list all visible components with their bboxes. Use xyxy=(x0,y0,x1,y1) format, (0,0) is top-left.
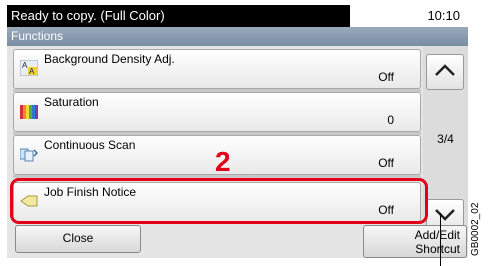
function-row-label: Continuous Scan xyxy=(44,138,136,152)
close-button[interactable]: Close xyxy=(15,225,141,253)
function-row-value: 0 xyxy=(387,113,394,127)
shortcut-label-line-1: Add/Edit xyxy=(414,228,460,242)
status-message: Ready to copy. (Full Color) xyxy=(7,5,350,27)
screen-title: Functions xyxy=(7,27,468,46)
function-row-value: Off xyxy=(378,156,394,170)
svg-text:A: A xyxy=(29,67,35,76)
clock: 10:10 xyxy=(427,8,460,23)
scroll-up-button[interactable] xyxy=(426,54,464,90)
continuous-scan-icon xyxy=(19,146,39,162)
svg-text:A: A xyxy=(22,61,28,70)
close-button-label: Close xyxy=(62,231,94,245)
shortcut-button-label: Add/Edit Shortcut xyxy=(415,228,460,256)
add-edit-shortcut-button[interactable]: Add/Edit Shortcut xyxy=(363,225,467,258)
status-bar: Ready to copy. (Full Color) 10:10 xyxy=(7,5,468,27)
chevron-down-icon xyxy=(434,208,456,227)
scroll-column: 3/4 xyxy=(423,46,468,242)
figure-code: GB0002_02 xyxy=(470,202,481,256)
function-row-label: Background Density Adj. xyxy=(44,52,175,66)
step-number: 2 xyxy=(215,146,231,177)
callout-line xyxy=(440,213,441,266)
background-density-icon: AA xyxy=(19,59,39,77)
function-row-label: Saturation xyxy=(44,95,99,109)
function-row-saturation[interactable]: Saturation 0 xyxy=(13,92,421,132)
saturation-icon xyxy=(20,103,38,119)
chevron-up-icon xyxy=(434,63,456,82)
shortcut-label-line-2: Shortcut xyxy=(415,242,460,256)
highlight-frame xyxy=(10,178,428,224)
function-row-background-density[interactable]: AA Background Density Adj. Off xyxy=(13,49,421,89)
copy-functions-panel: Ready to copy. (Full Color) 10:10 Functi… xyxy=(7,5,468,258)
page-indicator: 3/4 xyxy=(437,132,454,146)
function-row-value: Off xyxy=(378,70,394,84)
